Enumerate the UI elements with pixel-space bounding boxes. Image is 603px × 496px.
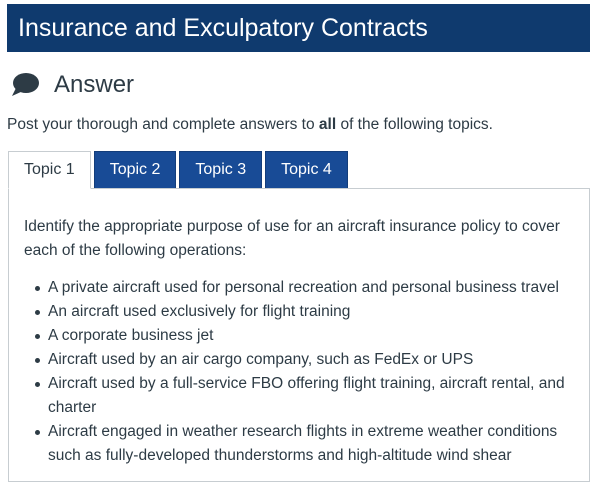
- speech-bubble-icon: [10, 72, 40, 98]
- list-item: A private aircraft used for personal rec…: [35, 276, 575, 300]
- instructions-text: Post your thorough and complete answers …: [7, 116, 493, 133]
- topic-tabs: Topic 1 Topic 2 Topic 3 Topic 4: [8, 151, 348, 189]
- tab-topic-4[interactable]: Topic 4: [265, 151, 348, 189]
- tab-panel-topic-1: Identify the appropriate purpose of use …: [8, 188, 590, 482]
- list-item: An aircraft used exclusively for flight …: [35, 300, 575, 324]
- page-title: Insurance and Exculpatory Contracts: [7, 4, 590, 52]
- operations-list: A private aircraft used for personal rec…: [24, 276, 575, 468]
- tab-topic-3[interactable]: Topic 3: [179, 151, 263, 189]
- tab-topic-2[interactable]: Topic 2: [93, 151, 177, 189]
- list-item: A corporate business jet: [35, 324, 575, 348]
- list-item: Aircraft engaged in weather research fli…: [35, 420, 575, 468]
- emphasis-all: all: [318, 116, 337, 133]
- list-item: Aircraft used by a full-service FBO offe…: [35, 372, 575, 420]
- answer-heading: Answer: [10, 67, 134, 103]
- list-item: Aircraft used by an air cargo company, s…: [35, 348, 575, 372]
- answer-label: Answer: [54, 71, 135, 98]
- topic-prompt: Identify the appropriate purpose of use …: [24, 218, 560, 259]
- tab-topic-1[interactable]: Topic 1: [8, 151, 91, 189]
